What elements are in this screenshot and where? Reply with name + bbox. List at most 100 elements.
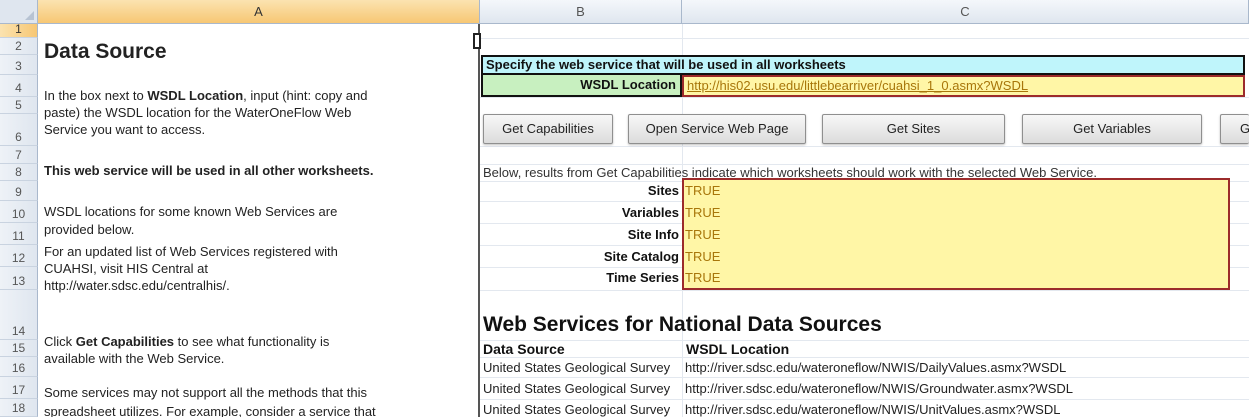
active-cell-marker[interactable]: [473, 33, 481, 49]
instruction-text: Click: [44, 334, 76, 349]
capability-label-site-catalog: Site Catalog: [603, 249, 679, 264]
row-number: 10: [11, 207, 26, 221]
row-number: 7: [15, 148, 22, 162]
row-header[interactable]: 17: [0, 377, 38, 399]
get-variables-button[interactable]: Get Variables: [1022, 114, 1202, 144]
gridline: [480, 38, 1249, 39]
spreadsheet-window: A B C 1 2 3 4 5 6 7 8 9 10 11 12 13 14 1…: [0, 0, 1249, 417]
row-number: 18: [11, 401, 26, 415]
row-header[interactable]: 10: [0, 201, 38, 223]
instruction-line: Some services may not support all the me…: [44, 385, 367, 400]
row-header[interactable]: 14: [0, 290, 38, 340]
row-number: 3: [15, 59, 22, 73]
gridline: [480, 377, 1249, 378]
instruction-line: For an updated list of Web Services regi…: [44, 244, 338, 259]
capability-label-site-info: Site Info: [627, 227, 679, 242]
row-header[interactable]: 3: [0, 55, 38, 75]
row-header[interactable]: 15: [0, 340, 38, 357]
select-all-triangle-icon: [25, 11, 34, 20]
instruction-line: Service you want to access.: [44, 122, 206, 137]
capability-value-variables[interactable]: TRUE: [685, 205, 720, 220]
gridline: [480, 290, 1249, 291]
instruction-line: provided below.: [44, 222, 135, 237]
capability-label-variables: Variables: [621, 205, 679, 220]
row-header[interactable]: 1: [0, 22, 38, 38]
row-header[interactable]: 8: [0, 164, 38, 181]
column-title-data-source: Data Source: [483, 341, 565, 357]
capability-value-sites[interactable]: TRUE: [685, 183, 720, 198]
gridline: [480, 146, 1249, 147]
row-number: 12: [11, 251, 26, 265]
capability-value-site-info[interactable]: TRUE: [685, 227, 720, 242]
table-cell-data-source[interactable]: United States Geological Survey: [483, 360, 680, 375]
gridline: [480, 399, 1249, 400]
gridline: [480, 97, 1249, 98]
capability-value-site-catalog[interactable]: TRUE: [685, 249, 720, 264]
instruction-line: This web service will be used in all oth…: [44, 163, 374, 178]
gridline: [480, 357, 1249, 358]
data-source-title: Data Source: [44, 40, 167, 63]
row-number: 5: [15, 98, 22, 112]
instruction-line: WSDL locations for some known Web Servic…: [44, 204, 338, 219]
instruction-bold: WSDL Location: [147, 88, 244, 103]
wsdl-location-input[interactable]: http://his02.usu.edu/littlebearriver/cua…: [682, 75, 1245, 97]
capability-label-sites: Sites: [647, 183, 679, 198]
instruction-line: Click Get Capabilities to see what funct…: [44, 333, 329, 350]
row-header[interactable]: 6: [0, 114, 38, 146]
row-header[interactable]: 5: [0, 97, 38, 114]
row-number: 13: [11, 274, 26, 288]
instruction-line: In the box next to WSDL Location, input …: [44, 87, 367, 104]
table-cell-wsdl[interactable]: http://river.sdsc.edu/wateroneflow/NWIS/…: [685, 402, 1060, 417]
national-sources-heading: Web Services for National Data Sources: [483, 313, 882, 336]
row-number: 11: [12, 229, 25, 243]
row-number: 9: [15, 185, 22, 199]
table-cell-wsdl[interactable]: http://river.sdsc.edu/wateroneflow/NWIS/…: [685, 360, 1066, 375]
row-header[interactable]: 13: [0, 267, 38, 290]
row-header[interactable]: 11: [0, 223, 38, 245]
instruction-line: spreadsheet utilizes. For example, consi…: [44, 404, 376, 417]
row-number: 17: [11, 383, 26, 397]
capability-label-time-series: Time Series: [606, 270, 679, 285]
instruction-line: http://water.sdsc.edu/centralhis/.: [44, 278, 230, 293]
wsdl-location-label: WSDL Location: [481, 75, 682, 97]
row-header[interactable]: 2: [0, 38, 38, 55]
column-header-b[interactable]: B: [480, 0, 682, 24]
row-header[interactable]: 18: [0, 399, 38, 417]
instruction-text: , input (hint: copy and: [243, 88, 368, 103]
table-cell-wsdl[interactable]: http://river.sdsc.edu/wateroneflow/NWIS/…: [685, 381, 1073, 396]
table-cell-data-source[interactable]: United States Geological Survey: [483, 402, 680, 417]
row-number: 14: [11, 324, 26, 338]
row-header[interactable]: 7: [0, 146, 38, 164]
column-header-c[interactable]: C: [682, 0, 1249, 24]
capability-value-time-series[interactable]: TRUE: [685, 270, 720, 285]
row-header[interactable]: 16: [0, 357, 38, 377]
get-site-info-button[interactable]: Get S: [1220, 114, 1249, 144]
row-number: 15: [11, 341, 26, 355]
get-capabilities-button[interactable]: Get Capabilities: [483, 114, 613, 144]
row-number: 4: [15, 81, 22, 95]
open-service-web-page-button[interactable]: Open Service Web Page: [628, 114, 806, 144]
column-title-wsdl-location: WSDL Location: [686, 341, 790, 357]
row-number: 6: [15, 130, 22, 144]
instruction-line: paste) the WSDL location for the WaterOn…: [44, 105, 352, 120]
table-cell-data-source[interactable]: United States Geological Survey: [483, 381, 680, 396]
row-number: 8: [15, 165, 22, 179]
instruction-line: available with the Web Service.: [44, 351, 225, 366]
column-header-a[interactable]: A: [38, 0, 480, 24]
row-number: 2: [15, 39, 22, 53]
gridline: [480, 340, 1249, 341]
instructions-banner: Specify the web service that will be use…: [481, 55, 1245, 75]
column-divider: [478, 24, 480, 417]
capabilities-results-box: [682, 178, 1230, 290]
row-header[interactable]: 12: [0, 245, 38, 267]
instruction-text: In the box next to: [44, 88, 148, 103]
instructions-cell[interactable]: Data Source In the box next to WSDL Loca…: [38, 24, 478, 417]
row-number: 1: [15, 22, 22, 36]
instruction-line: CUAHSI, visit HIS Central at: [44, 261, 208, 276]
row-header[interactable]: 9: [0, 181, 38, 201]
instruction-bold: Get Capabilities: [75, 334, 175, 349]
get-sites-button[interactable]: Get Sites: [822, 114, 1005, 144]
row-number: 16: [11, 361, 26, 375]
select-all-corner[interactable]: [0, 0, 38, 24]
row-header[interactable]: 4: [0, 75, 38, 97]
